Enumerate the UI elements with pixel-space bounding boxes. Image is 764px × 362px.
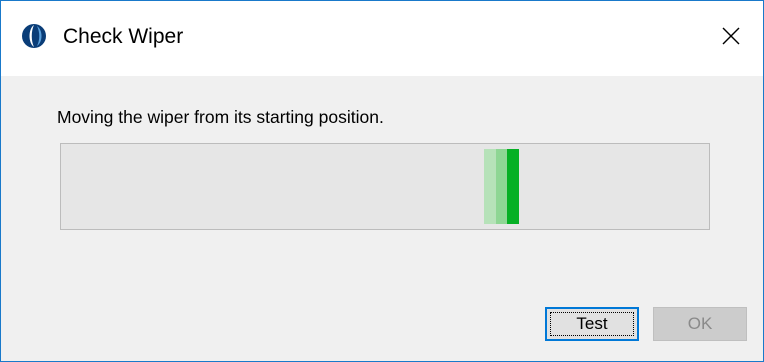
title-bar[interactable]: Check Wiper <box>1 1 763 76</box>
app-logo-icon <box>21 23 47 49</box>
progress-chunk-light <box>484 149 496 224</box>
focus-rectangle <box>550 312 634 336</box>
ok-button: OK <box>653 307 747 341</box>
progress-chunk-dark <box>507 149 519 224</box>
status-message: Moving the wiper from its starting posit… <box>57 107 384 127</box>
close-button[interactable] <box>699 1 763 76</box>
check-wiper-dialog: Check Wiper Moving the wiper from its st… <box>0 0 764 362</box>
ok-button-label: OK <box>687 314 713 333</box>
progress-bar <box>60 143 710 230</box>
test-button[interactable]: Test <box>545 307 639 341</box>
close-icon <box>721 26 741 51</box>
progress-chunk-mid <box>496 149 507 224</box>
window-title: Check Wiper <box>63 25 184 48</box>
